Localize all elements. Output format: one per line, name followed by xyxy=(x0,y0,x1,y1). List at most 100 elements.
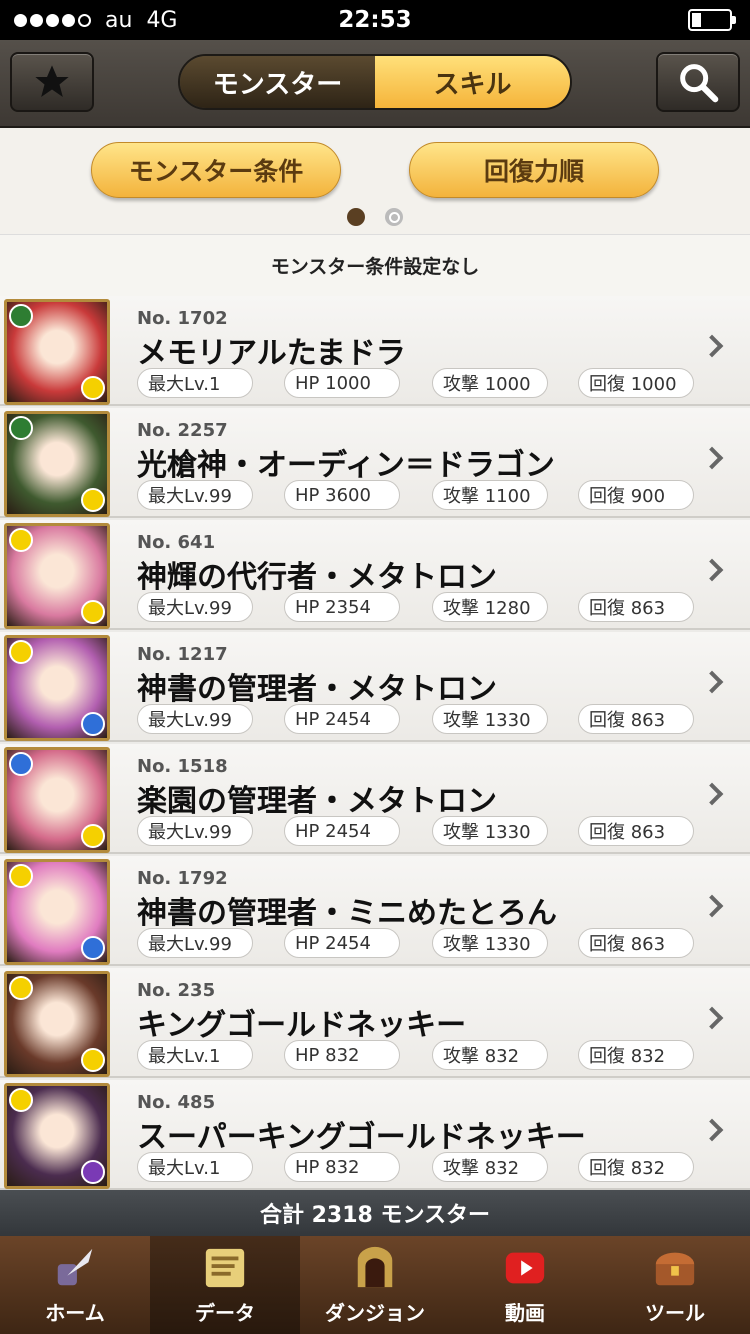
monster-name: キングゴールドネッキー xyxy=(137,1008,467,1043)
monster-number: No. 1518 xyxy=(137,756,228,777)
favorites-button[interactable] xyxy=(10,52,94,112)
tab-home[interactable]: ホーム xyxy=(0,1236,150,1334)
max-level-stat: 最大Lv.1 xyxy=(137,368,253,398)
condition-status: モンスター条件設定なし xyxy=(0,234,750,296)
recovery-stat: 回復 863 xyxy=(578,592,694,622)
attack-stat: 攻撃 1330 xyxy=(432,928,548,958)
quill-icon xyxy=(50,1243,100,1293)
tab-monster[interactable]: モンスター xyxy=(180,56,375,108)
monster-row[interactable]: No. 2257 光槍神・オーディン＝ドラゴン 最大Lv.99 HP 3600 攻撃 1… xyxy=(0,408,750,518)
main-attribute-icon xyxy=(9,1088,33,1112)
chevron-right-icon xyxy=(700,894,724,918)
total-count: 合計 2318 モンスター xyxy=(0,1190,750,1236)
monster-number: No. 1792 xyxy=(137,868,228,889)
monster-number: No. 2257 xyxy=(137,420,228,441)
main-attribute-icon xyxy=(9,752,33,776)
monster-thumbnail xyxy=(4,411,110,517)
sub-attribute-icon xyxy=(81,936,105,960)
attack-stat: 攻撃 832 xyxy=(432,1040,548,1070)
battery-icon xyxy=(688,9,736,31)
monster-row[interactable]: No. 1518 楽園の管理者・メタトロン 最大Lv.99 HP 2454 攻撃 133… xyxy=(0,744,750,854)
monster-name: スーパーキングゴールドネッキー xyxy=(137,1120,586,1155)
star-icon xyxy=(35,65,69,97)
chevron-right-icon xyxy=(700,670,724,694)
data-book-icon xyxy=(200,1243,250,1293)
treasure-chest-icon xyxy=(650,1243,700,1293)
monster-thumbnail xyxy=(4,635,110,741)
attack-stat: 攻撃 1330 xyxy=(432,704,548,734)
max-level-stat: 最大Lv.99 xyxy=(137,816,253,846)
chevron-right-icon xyxy=(700,446,724,470)
filter-area: モンスター条件 回復力順 xyxy=(0,130,750,234)
monster-row[interactable]: No. 235 キングゴールドネッキー 最大Lv.1 HP 832 攻撃 832 回復 8… xyxy=(0,968,750,1078)
monster-thumbnail xyxy=(4,1083,110,1189)
hp-stat: HP 2454 xyxy=(284,928,400,958)
hp-stat: HP 832 xyxy=(284,1152,400,1182)
monster-number: No. 1702 xyxy=(137,308,228,329)
clock: 22:53 xyxy=(338,7,412,33)
search-icon xyxy=(680,64,719,103)
monster-list[interactable]: No. 1702 メモリアルたまドラ 最大Lv.1 HP 1000 攻撃 1000 回復 … xyxy=(0,296,750,1190)
header: モンスター スキル xyxy=(0,40,750,128)
monster-thumbnail xyxy=(4,523,110,629)
chevron-right-icon xyxy=(700,1006,724,1030)
monster-thumbnail xyxy=(4,299,110,405)
tab-video[interactable]: 動画 xyxy=(450,1236,600,1334)
sub-attribute-icon xyxy=(81,600,105,624)
search-button[interactable] xyxy=(656,52,740,112)
attack-stat: 攻撃 1100 xyxy=(432,480,548,510)
chevron-right-icon xyxy=(700,1118,724,1142)
status-bar: au 4G 22:53 xyxy=(0,0,750,40)
video-play-icon xyxy=(500,1243,550,1293)
sub-attribute-icon xyxy=(81,712,105,736)
monster-name: 神輝の代行者・メタトロン xyxy=(137,560,497,595)
monster-row[interactable]: No. 641 神輝の代行者・メタトロン 最大Lv.99 HP 2354 攻撃 1280… xyxy=(0,520,750,630)
sub-attribute-icon xyxy=(81,488,105,512)
monster-thumbnail xyxy=(4,971,110,1077)
bottom-tab-bar: ホーム データ ダンジョン 動画 ツール xyxy=(0,1236,750,1334)
tab-label: ダンジョン xyxy=(325,1301,425,1325)
hp-stat: HP 1000 xyxy=(284,368,400,398)
monster-thumbnail xyxy=(4,747,110,853)
monster-condition-button[interactable]: モンスター条件 xyxy=(91,142,341,198)
monster-number: No. 641 xyxy=(137,532,216,553)
sub-attribute-icon xyxy=(81,376,105,400)
monster-row[interactable]: No. 485 スーパーキングゴールドネッキー 最大Lv.1 HP 832 攻撃 832… xyxy=(0,1080,750,1190)
recovery-stat: 回復 863 xyxy=(578,704,694,734)
tab-skill[interactable]: スキル xyxy=(375,56,570,108)
tab-dungeon[interactable]: ダンジョン xyxy=(300,1236,450,1334)
monster-number: No. 235 xyxy=(137,980,216,1001)
tab-label: データ xyxy=(195,1301,255,1325)
monster-row[interactable]: No. 1702 メモリアルたまドラ 最大Lv.1 HP 1000 攻撃 1000 回復 … xyxy=(0,296,750,406)
main-attribute-icon xyxy=(9,304,33,328)
tab-tool[interactable]: ツール xyxy=(600,1236,750,1334)
monster-name: メモリアルたまドラ xyxy=(137,336,406,371)
dungeon-gate-icon xyxy=(350,1243,400,1293)
monster-row[interactable]: No. 1792 神書の管理者・ミニめたとろん 最大Lv.99 HP 2454 攻撃 1… xyxy=(0,856,750,966)
monster-thumbnail xyxy=(4,859,110,965)
main-attribute-icon xyxy=(9,864,33,888)
sort-order-button[interactable]: 回復力順 xyxy=(409,142,659,198)
attack-stat: 攻撃 1330 xyxy=(432,816,548,846)
tab-data[interactable]: データ xyxy=(150,1236,300,1334)
hp-stat: HP 2454 xyxy=(284,816,400,846)
max-level-stat: 最大Lv.1 xyxy=(137,1152,253,1182)
search-page-icon xyxy=(385,208,403,226)
hp-stat: HP 2454 xyxy=(284,704,400,734)
recovery-stat: 回復 900 xyxy=(578,480,694,510)
max-level-stat: 最大Lv.99 xyxy=(137,480,253,510)
chevron-right-icon xyxy=(700,334,724,358)
sub-attribute-icon xyxy=(81,824,105,848)
monster-row[interactable]: No. 1217 神書の管理者・メタトロン 最大Lv.99 HP 2454 攻撃 133… xyxy=(0,632,750,742)
recovery-stat: 回復 863 xyxy=(578,816,694,846)
page-dot-active xyxy=(347,208,365,226)
max-level-stat: 最大Lv.99 xyxy=(137,928,253,958)
recovery-stat: 回復 863 xyxy=(578,928,694,958)
main-attribute-icon xyxy=(9,528,33,552)
main-attribute-icon xyxy=(9,640,33,664)
monster-name: 神書の管理者・ミニめたとろん xyxy=(137,896,557,931)
max-level-stat: 最大Lv.99 xyxy=(137,592,253,622)
max-level-stat: 最大Lv.99 xyxy=(137,704,253,734)
tab-label: 動画 xyxy=(505,1301,545,1325)
attack-stat: 攻撃 1280 xyxy=(432,592,548,622)
